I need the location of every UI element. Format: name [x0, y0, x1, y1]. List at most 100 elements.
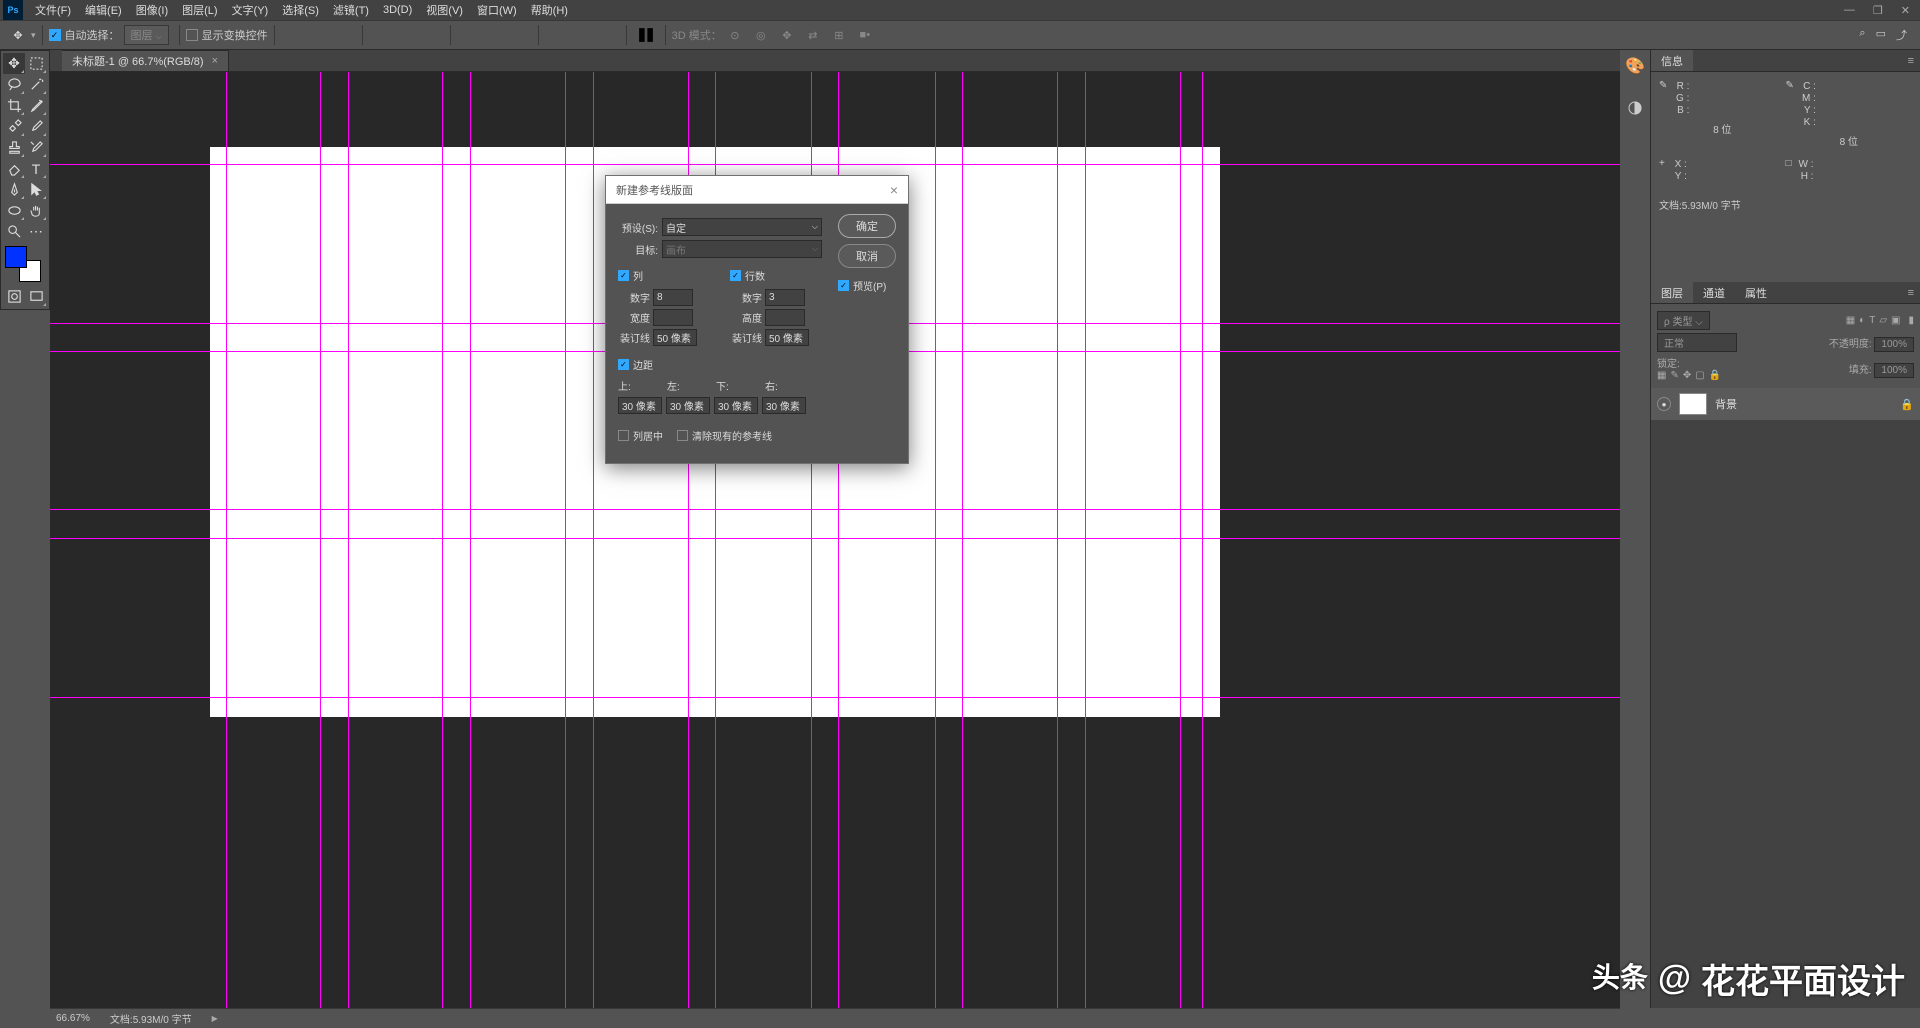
3d-orbit-icon[interactable]: ⊙: [724, 24, 746, 46]
menu-edit[interactable]: 编辑(E): [78, 2, 129, 18]
dist-vcenter-icon[interactable]: [485, 24, 507, 46]
history-brush-tool[interactable]: [25, 137, 47, 158]
zoom-tool[interactable]: [3, 221, 25, 242]
screenmode-tool[interactable]: [25, 286, 47, 307]
rows-count-input[interactable]: [765, 289, 805, 306]
columns-count-input[interactable]: [653, 289, 693, 306]
3d-roll-icon[interactable]: ◎: [750, 24, 772, 46]
auto-align-icon[interactable]: [635, 24, 657, 46]
foreground-color[interactable]: [5, 246, 27, 268]
menu-select[interactable]: 选择(S): [275, 2, 326, 18]
rows-checkbox[interactable]: ✓行数: [730, 268, 828, 283]
align-left-icon[interactable]: [368, 24, 390, 46]
margin-left-input[interactable]: [666, 397, 710, 414]
fill-input[interactable]: 100%: [1874, 363, 1914, 378]
3d-pan-icon[interactable]: ✥: [776, 24, 798, 46]
margin-checkbox[interactable]: ✓边距: [618, 357, 828, 372]
layers-tab[interactable]: 图层: [1651, 282, 1693, 303]
filter-adjust-icon[interactable]: ◐: [1859, 315, 1865, 326]
margin-bottom-input[interactable]: [714, 397, 758, 414]
lock-icon[interactable]: 🔒: [1900, 398, 1914, 411]
dialog-close-icon[interactable]: ×: [890, 182, 898, 198]
close-tab-icon[interactable]: ×: [212, 55, 218, 67]
align-vcenter-icon[interactable]: [309, 24, 331, 46]
menu-filter[interactable]: 滤镜(T): [326, 2, 376, 18]
panel-menu-icon[interactable]: ≡: [1902, 55, 1920, 67]
auto-select-dropdown[interactable]: 图层 ⌵: [124, 25, 169, 45]
filter-shape-icon[interactable]: ▱: [1879, 315, 1887, 326]
columns-gutter-input[interactable]: [653, 329, 697, 346]
workspace-icon[interactable]: ▭: [1876, 27, 1886, 43]
stamp-tool[interactable]: [3, 137, 25, 158]
quickmask-tool[interactable]: [3, 286, 25, 307]
search-icon[interactable]: ⌕: [1859, 27, 1865, 43]
properties-tab[interactable]: 属性: [1735, 282, 1777, 303]
crop-tool[interactable]: [3, 95, 25, 116]
blend-mode-dropdown[interactable]: 正常: [1657, 333, 1737, 352]
dist-bottom-icon[interactable]: [511, 24, 533, 46]
show-transform-checkbox[interactable]: [186, 29, 198, 41]
menu-view[interactable]: 视图(V): [419, 2, 470, 18]
layer-filter-dropdown[interactable]: ρ 类型 ⌵: [1657, 311, 1710, 330]
lock-artboard-icon[interactable]: ▢: [1695, 370, 1704, 381]
layer-thumbnail[interactable]: [1679, 393, 1707, 415]
menu-window[interactable]: 窗口(W): [470, 2, 524, 18]
filter-pixel-icon[interactable]: ▦: [1846, 315, 1855, 326]
rows-gutter-input[interactable]: [765, 329, 809, 346]
lock-paint-icon[interactable]: ✎: [1670, 370, 1678, 381]
menu-type[interactable]: 文字(Y): [225, 2, 276, 18]
align-hcenter-icon[interactable]: [394, 24, 416, 46]
ok-button[interactable]: 确定: [838, 214, 896, 238]
info-panel-tab[interactable]: 信息: [1651, 50, 1693, 71]
opacity-input[interactable]: 100%: [1874, 337, 1914, 352]
window-close-icon[interactable]: ✕: [1901, 4, 1910, 17]
magic-wand-tool[interactable]: [25, 74, 47, 95]
move-tool[interactable]: ✥: [3, 53, 25, 74]
window-maximize-icon[interactable]: ❐: [1873, 4, 1883, 17]
filter-smart-icon[interactable]: ▣: [1891, 315, 1900, 326]
brush-tool[interactable]: [25, 116, 47, 137]
clear-guides-checkbox[interactable]: 清除现有的参考线: [677, 428, 772, 443]
3d-zoom-icon[interactable]: ⊞: [828, 24, 850, 46]
eyedropper-tool[interactable]: [25, 95, 47, 116]
dist-left-icon[interactable]: [544, 24, 566, 46]
align-right-icon[interactable]: [420, 24, 442, 46]
panel-menu-icon[interactable]: ≡: [1902, 287, 1920, 299]
center-columns-checkbox[interactable]: 列居中: [618, 428, 663, 443]
lasso-tool[interactable]: [3, 74, 25, 95]
menu-image[interactable]: 图像(I): [129, 2, 175, 18]
menu-file[interactable]: 文件(F): [28, 2, 78, 18]
share-icon[interactable]: ⤴: [1896, 27, 1907, 43]
filter-toggle-icon[interactable]: ▮: [1908, 315, 1914, 326]
channels-tab[interactable]: 通道: [1693, 282, 1735, 303]
menu-help[interactable]: 帮助(H): [524, 2, 575, 18]
dist-top-icon[interactable]: [459, 24, 481, 46]
lock-transparency-icon[interactable]: ▦: [1657, 370, 1666, 381]
columns-width-input[interactable]: [653, 309, 693, 326]
document-tab[interactable]: 未标题-1 @ 66.7%(RGB/8) ×: [62, 50, 229, 71]
dist-right-icon[interactable]: [596, 24, 618, 46]
align-top-icon[interactable]: [283, 24, 305, 46]
rows-height-input[interactable]: [765, 309, 805, 326]
hand-tool[interactable]: [25, 200, 47, 221]
lock-position-icon[interactable]: ✥: [1683, 370, 1691, 381]
margin-right-input[interactable]: [762, 397, 806, 414]
dist-hcenter-icon[interactable]: [570, 24, 592, 46]
menu-layer[interactable]: 图层(L): [175, 2, 224, 18]
zoom-level[interactable]: 66.67%: [56, 1013, 90, 1024]
align-bottom-icon[interactable]: [335, 24, 357, 46]
preset-dropdown[interactable]: 自定⌵: [662, 218, 822, 236]
cancel-button[interactable]: 取消: [838, 244, 896, 268]
eraser-tool[interactable]: [3, 158, 25, 179]
color-swatches[interactable]: [5, 246, 41, 282]
visibility-icon[interactable]: ●: [1657, 397, 1671, 411]
columns-checkbox[interactable]: ✓列: [618, 268, 716, 283]
marquee-tool[interactable]: [25, 53, 47, 74]
window-minimize-icon[interactable]: —: [1844, 4, 1855, 17]
preview-checkbox[interactable]: ✓预览(P): [838, 278, 896, 293]
filter-type-icon[interactable]: T: [1869, 315, 1875, 326]
edit-toolbar[interactable]: ⋯: [25, 221, 47, 242]
3d-camera-icon[interactable]: ■•: [854, 24, 876, 46]
adjustments-panel-icon[interactable]: [1624, 97, 1646, 119]
healing-tool[interactable]: [3, 116, 25, 137]
